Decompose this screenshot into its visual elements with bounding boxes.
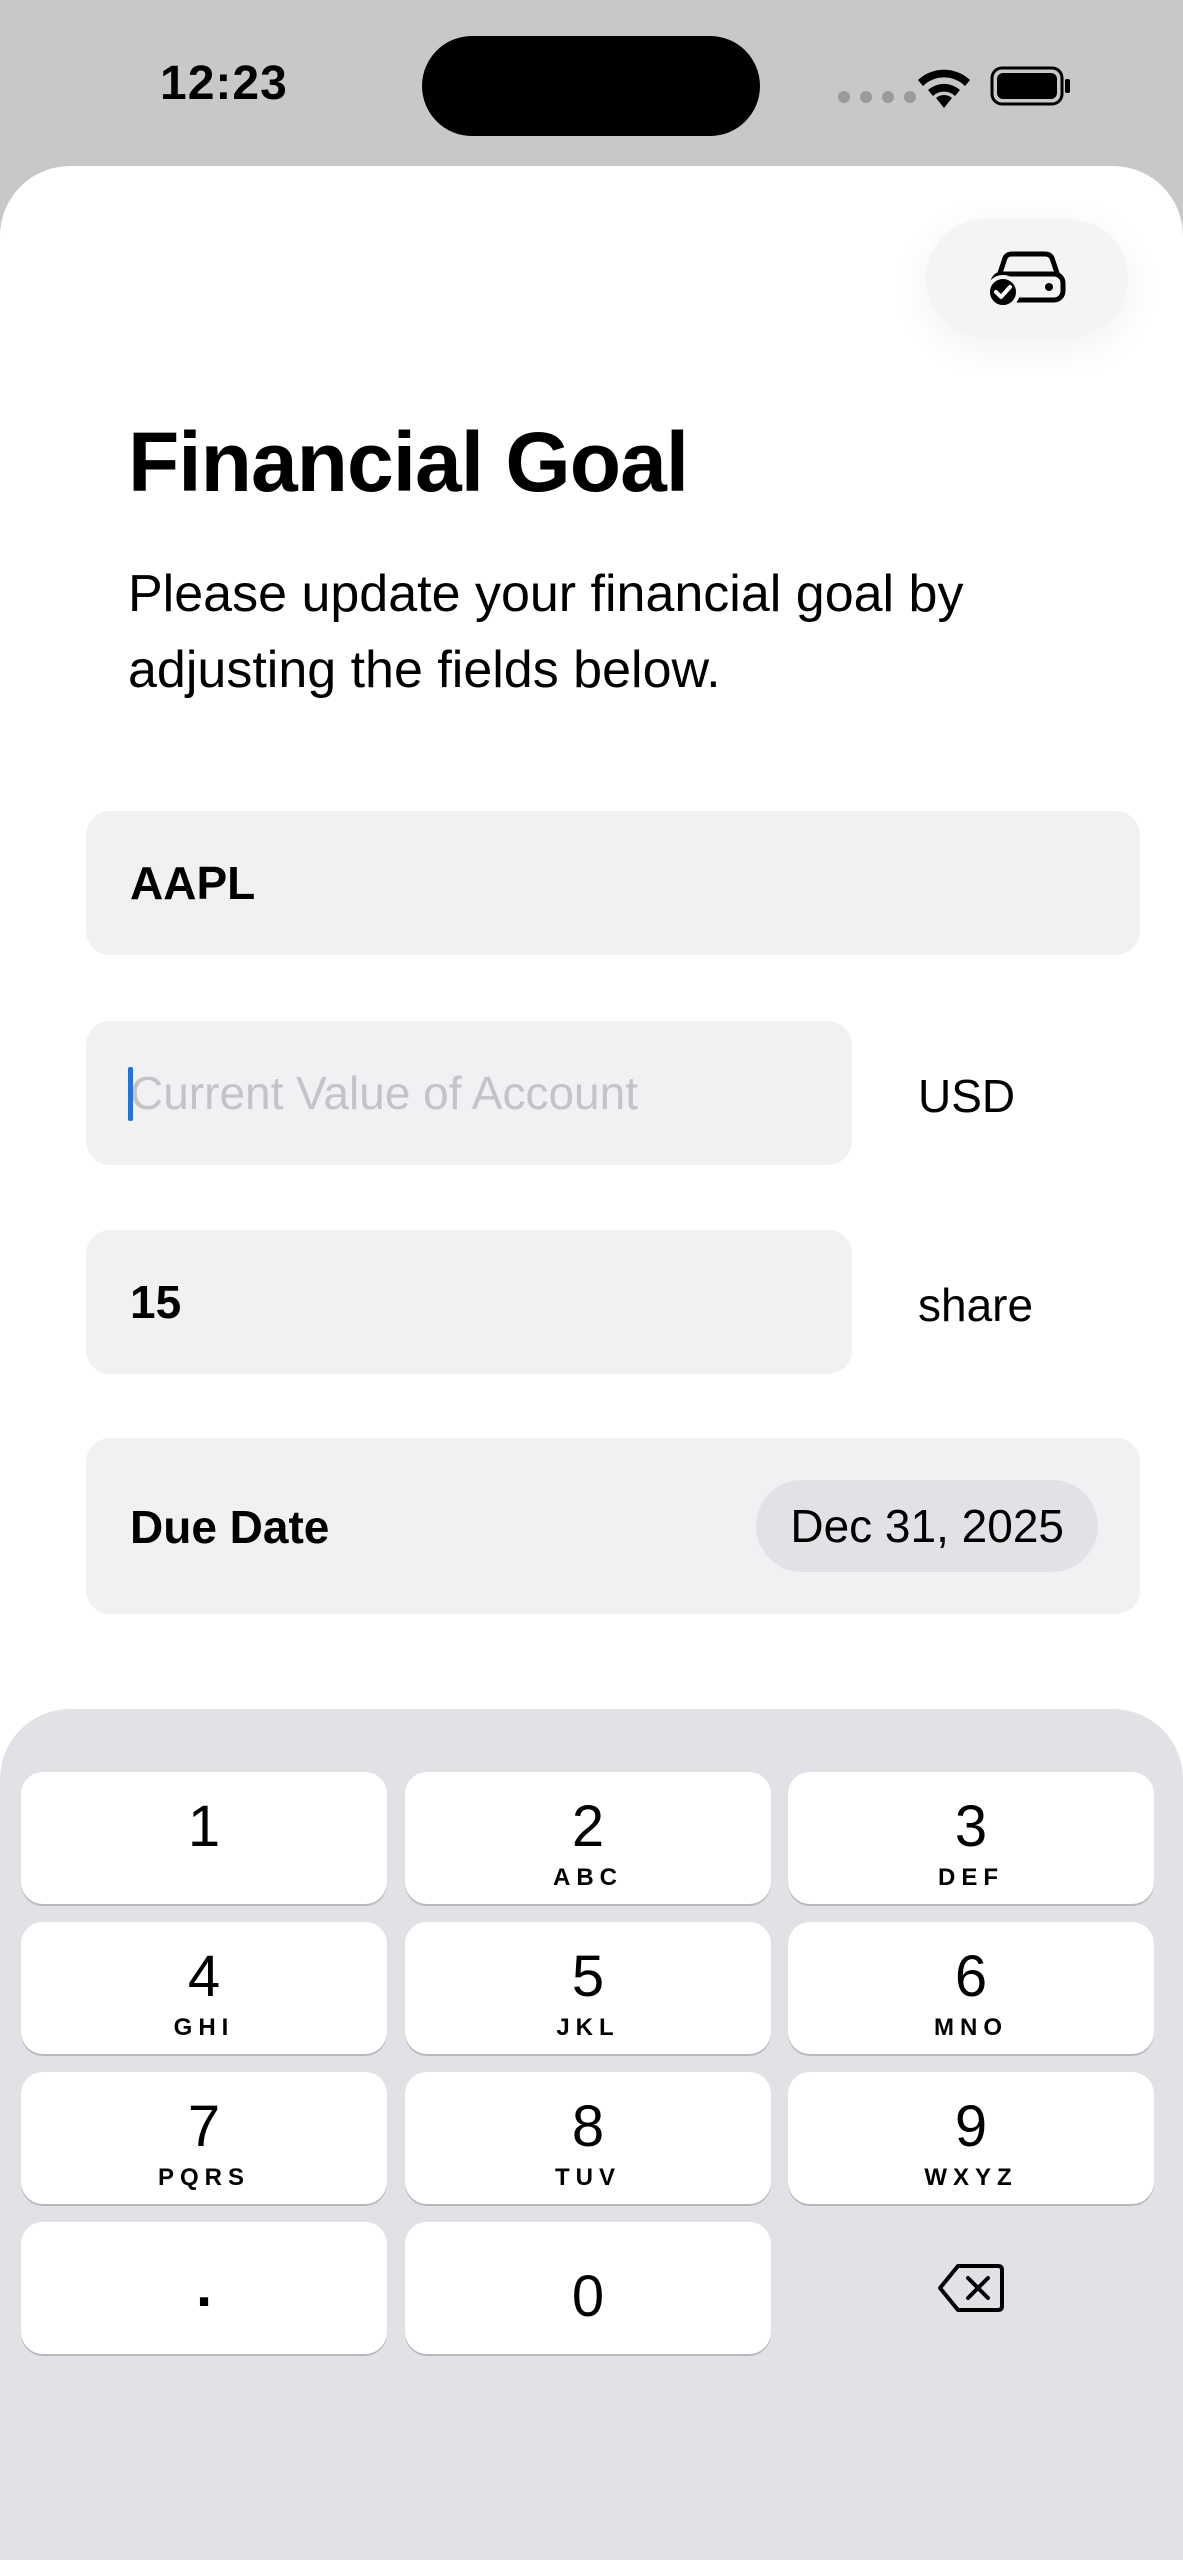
account-value-input[interactable] (130, 1066, 852, 1120)
delete-backward-icon (938, 2264, 1004, 2312)
key-4[interactable]: 4 GHI (21, 1922, 387, 2054)
key-1[interactable]: 1 (21, 1772, 387, 1904)
key-2[interactable]: 2 ABC (405, 1772, 771, 1904)
account-value-field[interactable] (86, 1021, 852, 1165)
key-9[interactable]: 9 WXYZ (788, 2072, 1154, 2204)
vehicle-check-button[interactable] (926, 219, 1128, 337)
delete-key[interactable] (788, 2222, 1154, 2354)
numeric-keyboard: 1 2 ABC 3 DEF 4 GHI 5 JKL 6 MNO 7 PQRS 8… (0, 1709, 1183, 2560)
due-date-row: Due Date Dec 31, 2025 (86, 1438, 1140, 1614)
dynamic-island (422, 36, 760, 136)
page-title: Financial Goal (128, 415, 689, 509)
text-cursor (128, 1067, 133, 1121)
due-date-picker[interactable]: Dec 31, 2025 (756, 1480, 1098, 1572)
due-date-label: Due Date (130, 1501, 330, 1553)
key-6[interactable]: 6 MNO (788, 1922, 1154, 2054)
status-time: 12:23 (160, 57, 288, 110)
key-8[interactable]: 8 TUV (405, 2072, 771, 2204)
signal-dots-icon (838, 91, 916, 103)
key-3[interactable]: 3 DEF (788, 1772, 1154, 1904)
ticker-field[interactable]: AAPL (86, 811, 1140, 955)
ticker-value: AAPL (130, 857, 256, 909)
car-check-icon (986, 251, 1066, 309)
key-5[interactable]: 5 JKL (405, 1922, 771, 2054)
shares-value: 15 (130, 1276, 182, 1328)
key-decimal[interactable]: . (21, 2222, 387, 2354)
currency-unit: USD (918, 1070, 1016, 1122)
key-7[interactable]: 7 PQRS (21, 2072, 387, 2204)
shares-unit: share (918, 1279, 1034, 1331)
status-bar: 12:23 (0, 0, 1183, 166)
key-0[interactable]: 0 (405, 2222, 771, 2354)
wifi-icon (918, 69, 970, 108)
battery-icon (990, 66, 1070, 106)
page-subtitle: Please update your financial goal by adj… (128, 565, 964, 699)
shares-field[interactable]: 15 (86, 1230, 852, 1374)
